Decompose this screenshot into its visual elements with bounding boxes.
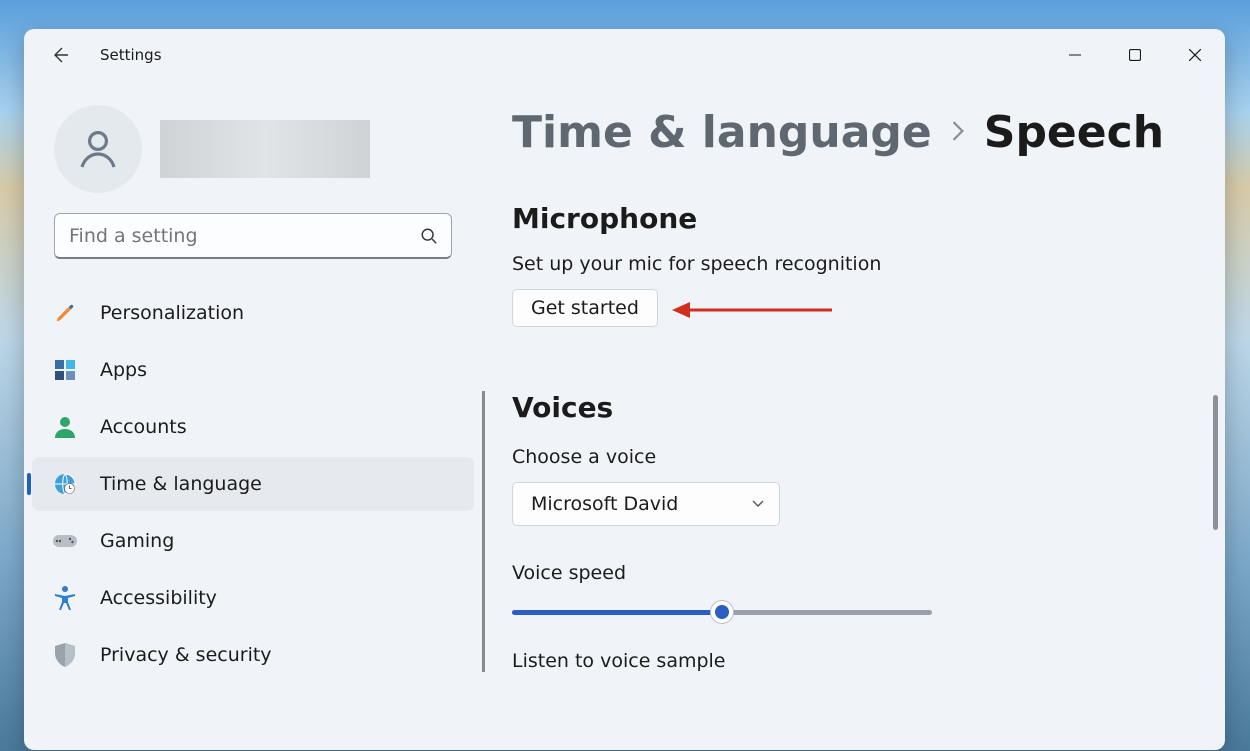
shield-icon [52, 642, 78, 668]
voices-heading: Voices [512, 391, 1205, 424]
back-button[interactable] [44, 39, 76, 71]
voice-select-value: Microsoft David [531, 493, 678, 515]
voice-sample-label: Listen to voice sample [512, 650, 1205, 672]
microphone-heading: Microphone [512, 202, 1205, 235]
titlebar: Settings [24, 29, 1225, 81]
profile-name-placeholder [160, 120, 370, 178]
slider-thumb[interactable] [710, 600, 734, 624]
chevron-down-icon [751, 499, 765, 509]
scrollbar-thumb[interactable] [1213, 395, 1218, 530]
sidebar-item-gaming[interactable]: Gaming [32, 514, 474, 568]
chevron-right-icon [950, 116, 966, 149]
close-button[interactable] [1165, 33, 1225, 77]
sidebar-nav: Personalization Apps Accounts [24, 286, 482, 682]
get-started-button[interactable]: Get started [512, 289, 658, 327]
choose-voice-label: Choose a voice [512, 446, 1205, 468]
search-box[interactable] [54, 213, 452, 259]
settings-window: Settings [24, 29, 1225, 750]
sidebar-item-label: Time & language [100, 473, 262, 495]
microphone-section: Microphone Set up your mic for speech re… [512, 202, 1205, 327]
user-icon [74, 125, 122, 173]
app-title: Settings [100, 46, 162, 64]
sidebar-item-label: Apps [100, 359, 147, 381]
sidebar-item-accounts[interactable]: Accounts [32, 400, 474, 454]
microphone-description: Set up your mic for speech recognition [512, 253, 1205, 275]
maximize-icon [1129, 49, 1141, 61]
sidebar: Personalization Apps Accounts [24, 81, 482, 750]
avatar [54, 105, 142, 193]
sidebar-item-label: Accessibility [100, 587, 217, 609]
minimize-button[interactable] [1045, 33, 1105, 77]
annotation-arrow [672, 300, 832, 320]
window-controls [1045, 33, 1225, 77]
voice-speed-label: Voice speed [512, 562, 1205, 584]
apps-icon [52, 357, 78, 383]
breadcrumb-parent[interactable]: Time & language [512, 107, 932, 158]
gamepad-icon [52, 528, 78, 554]
sidebar-item-privacy[interactable]: Privacy & security [32, 628, 474, 682]
sidebar-item-label: Personalization [100, 302, 244, 324]
maximize-button[interactable] [1105, 33, 1165, 77]
search-input[interactable] [55, 225, 407, 247]
voice-select[interactable]: Microsoft David [512, 482, 780, 526]
voice-speed-slider[interactable] [512, 598, 932, 626]
sidebar-item-label: Gaming [100, 530, 174, 552]
sidebar-item-time-language[interactable]: Time & language [32, 457, 474, 511]
sidebar-item-accessibility[interactable]: Accessibility [32, 571, 474, 625]
breadcrumb: Time & language Speech [512, 107, 1205, 158]
profile-section[interactable] [24, 91, 482, 213]
sidebar-item-label: Privacy & security [100, 644, 272, 666]
accessibility-icon [52, 585, 78, 611]
slider-fill [512, 610, 722, 615]
globe-clock-icon [52, 471, 78, 497]
close-icon [1189, 49, 1201, 61]
arrow-left-icon [50, 45, 70, 65]
sidebar-item-apps[interactable]: Apps [32, 343, 474, 397]
sidebar-item-personalization[interactable]: Personalization [32, 286, 474, 340]
sidebar-item-label: Accounts [100, 416, 187, 438]
minimize-icon [1069, 49, 1081, 61]
brush-icon [52, 300, 78, 326]
breadcrumb-current: Speech [984, 107, 1164, 158]
person-icon [52, 414, 78, 440]
search-icon [420, 227, 438, 245]
voices-section: Voices Choose a voice Microsoft David Vo… [482, 391, 1205, 672]
main-content: Time & language Speech Microphone Set up… [482, 81, 1225, 750]
